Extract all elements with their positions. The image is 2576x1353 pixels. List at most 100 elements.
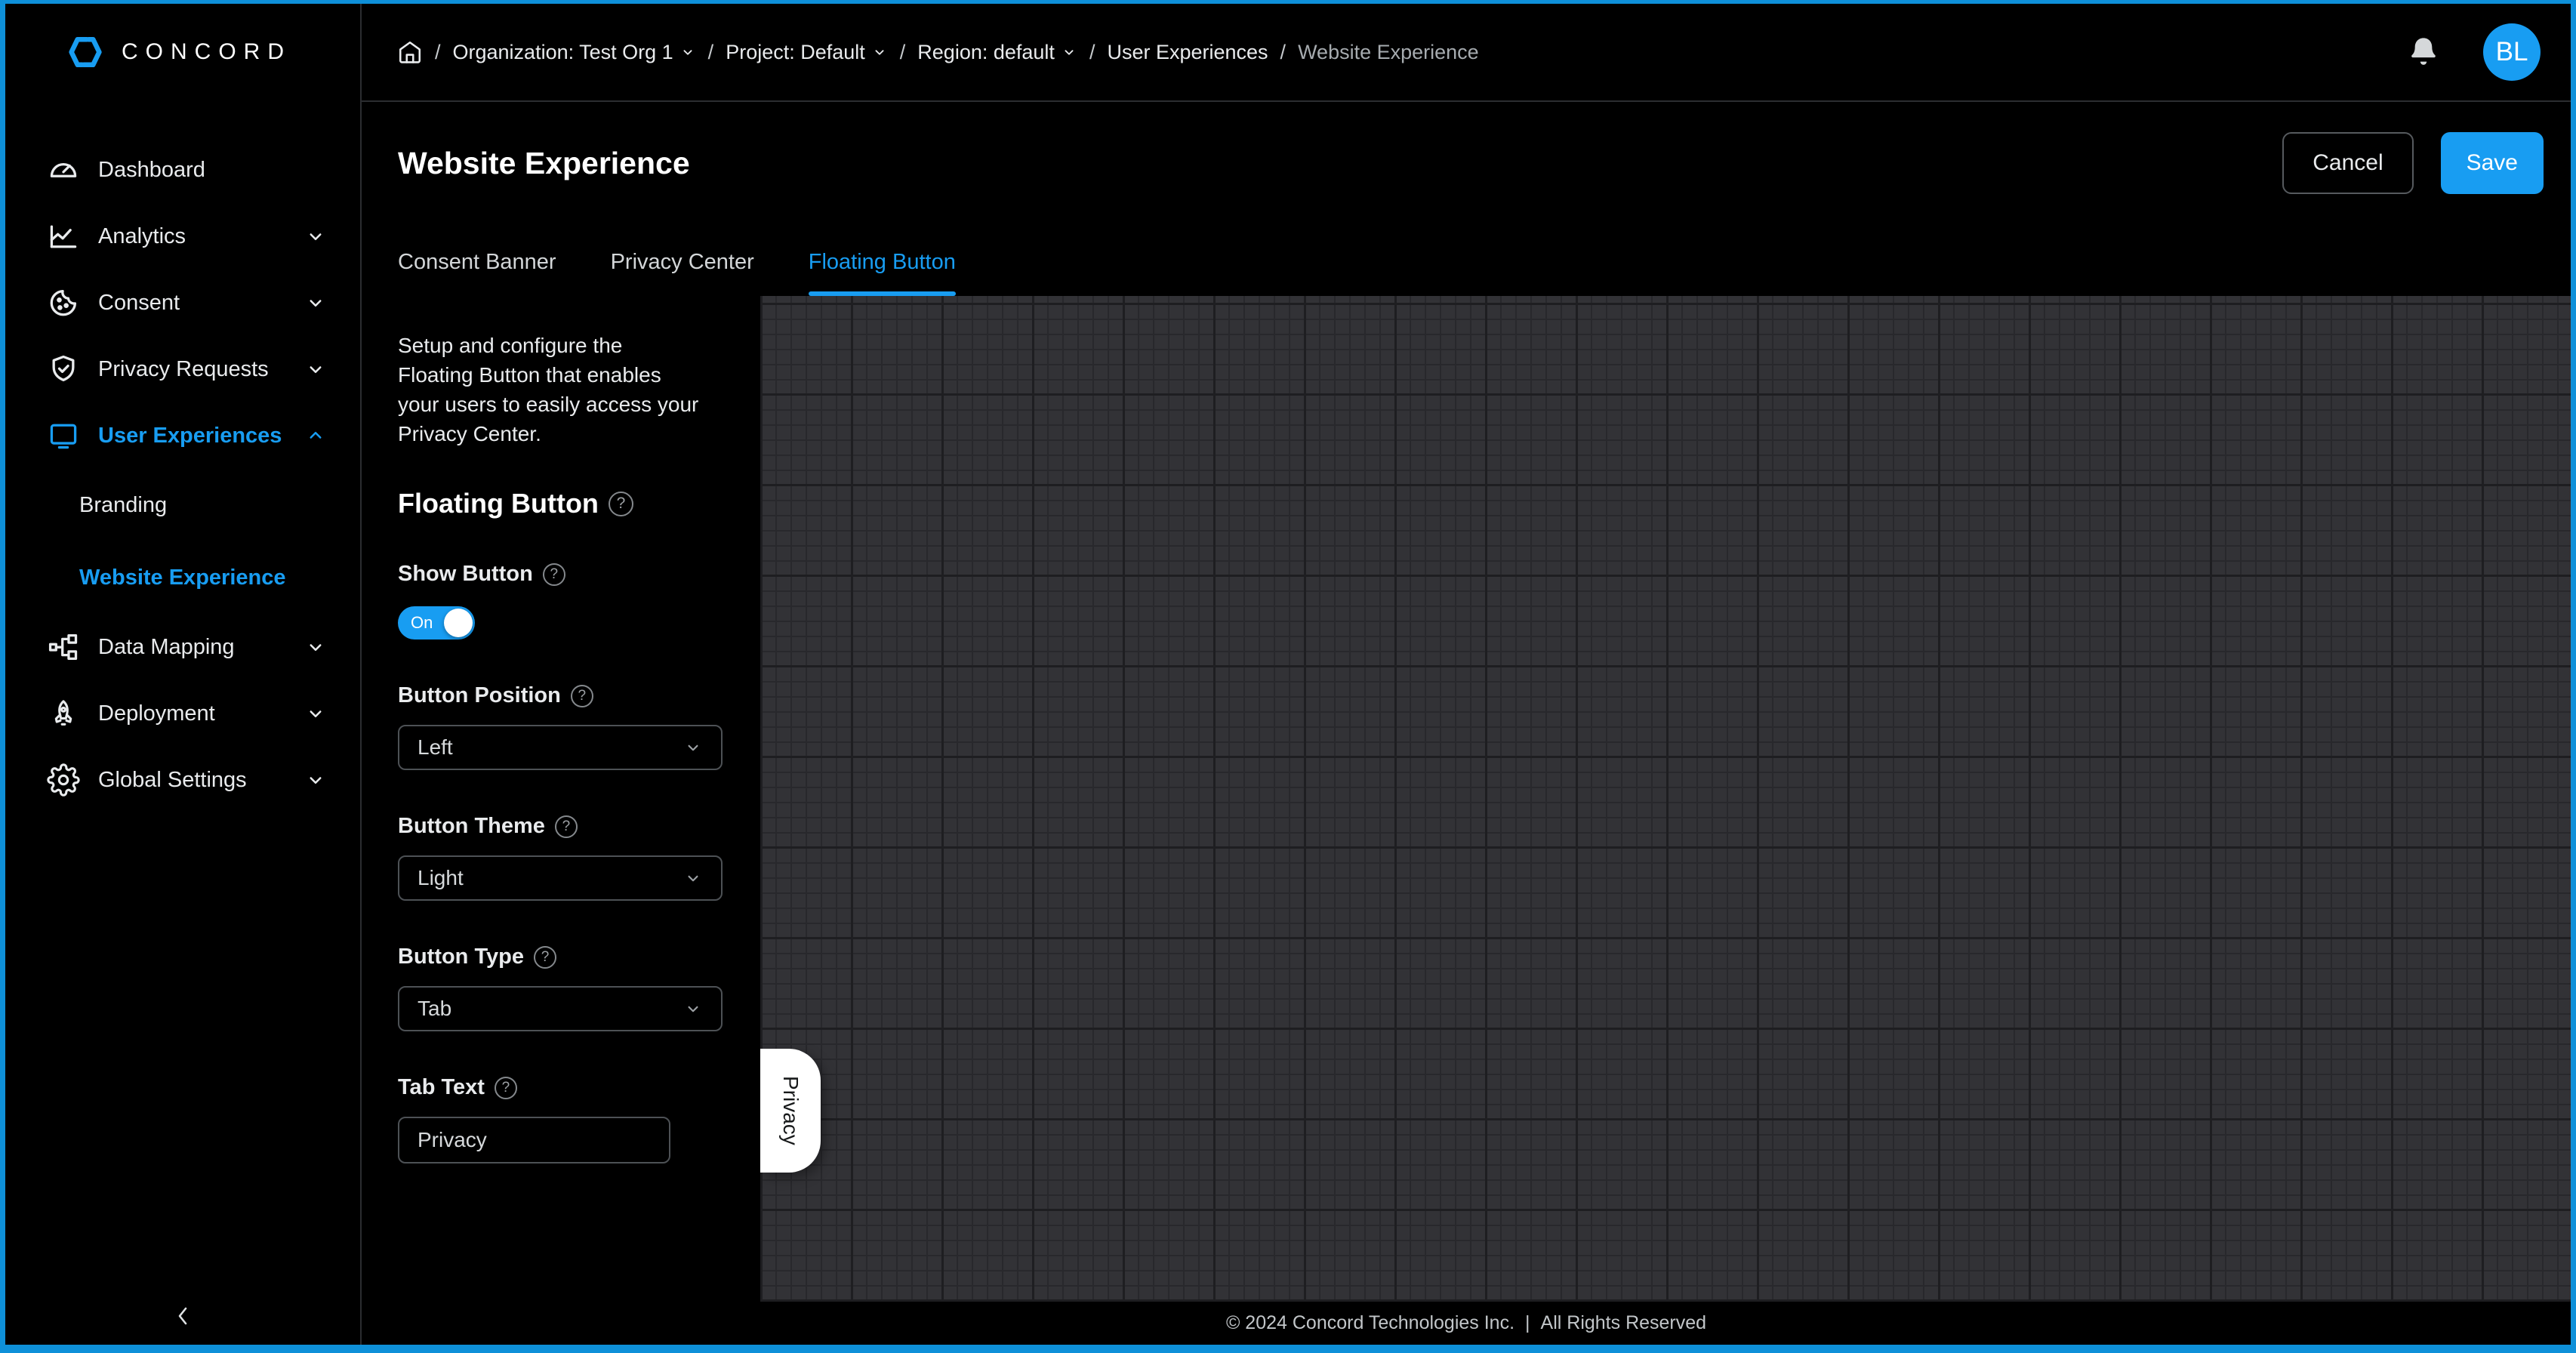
breadcrumb-user-experiences[interactable]: User Experiences bbox=[1107, 41, 1268, 64]
app-frame: CONCORD Dashboard Analytics bbox=[0, 0, 2576, 1353]
gauge-icon bbox=[47, 153, 80, 186]
help-icon[interactable]: ? bbox=[495, 1077, 517, 1099]
breadcrumb-current-page: Website Experience bbox=[1298, 41, 1479, 64]
tab-text-label: Tab Text ? bbox=[398, 1075, 723, 1100]
breadcrumb-separator: / bbox=[435, 41, 441, 64]
section-title: Floating Button ? bbox=[398, 488, 723, 519]
help-icon[interactable]: ? bbox=[609, 492, 633, 516]
chevron-down-icon bbox=[1061, 44, 1077, 60]
sidebar-item-label: Website Experience bbox=[79, 566, 285, 590]
button-position-select[interactable]: Left bbox=[398, 725, 723, 770]
floating-privacy-tab[interactable]: Privacy bbox=[760, 1049, 821, 1173]
footer-divider: | bbox=[1525, 1312, 1530, 1334]
help-icon[interactable]: ? bbox=[534, 946, 556, 969]
sidebar-item-label: Deployment bbox=[98, 701, 215, 726]
chevron-down-icon bbox=[304, 225, 327, 248]
breadcrumb-separator: / bbox=[708, 41, 714, 64]
sidebar-item-global-settings[interactable]: Global Settings bbox=[5, 747, 360, 813]
toggle-knob bbox=[444, 609, 473, 637]
sidebar-item-label: Branding bbox=[79, 493, 167, 518]
sidebar-item-user-experiences[interactable]: User Experiences bbox=[5, 402, 360, 469]
chevron-down-icon bbox=[683, 999, 703, 1019]
button-theme-value: Light bbox=[418, 866, 683, 890]
chevron-down-icon bbox=[683, 738, 703, 757]
breadcrumb-region[interactable]: Region: default bbox=[917, 41, 1077, 64]
button-position-value: Left bbox=[418, 735, 683, 760]
hierarchy-icon bbox=[47, 630, 80, 664]
header-actions: Cancel Save bbox=[2282, 132, 2544, 194]
button-type-value: Tab bbox=[418, 997, 683, 1021]
sidebar-item-label: Global Settings bbox=[98, 768, 247, 793]
settings-panel: Setup and configure the Floating Button … bbox=[362, 296, 760, 1302]
help-icon[interactable]: ? bbox=[555, 815, 578, 838]
page-title: Website Experience bbox=[398, 146, 690, 181]
chevron-down-icon bbox=[304, 769, 327, 791]
chevron-down-icon bbox=[304, 291, 327, 314]
gear-icon bbox=[47, 763, 80, 797]
sidebar-item-deployment[interactable]: Deployment bbox=[5, 680, 360, 747]
avatar[interactable]: BL bbox=[2483, 23, 2541, 81]
help-icon[interactable]: ? bbox=[571, 685, 593, 707]
button-position-label: Button Position ? bbox=[398, 683, 723, 708]
chevron-down-icon bbox=[304, 636, 327, 658]
footer-rights: All Rights Reserved bbox=[1541, 1312, 1707, 1334]
sidebar-item-label: Consent bbox=[98, 291, 180, 316]
sidebar-item-dashboard[interactable]: Dashboard bbox=[5, 137, 360, 203]
sidebar-item-label: Dashboard bbox=[98, 158, 205, 183]
sidebar-nav: Dashboard Analytics Consent bbox=[5, 137, 360, 813]
button-type-label: Button Type ? bbox=[398, 945, 723, 969]
shield-check-icon bbox=[47, 353, 80, 386]
breadcrumb-project[interactable]: Project: Default bbox=[726, 41, 888, 64]
monitor-icon bbox=[47, 419, 80, 452]
chevron-up-icon bbox=[304, 424, 327, 447]
sidebar-item-website-experience[interactable]: Website Experience bbox=[5, 544, 360, 611]
rocket-icon bbox=[47, 697, 80, 730]
line-chart-icon bbox=[47, 220, 80, 253]
help-icon[interactable]: ? bbox=[543, 563, 565, 586]
breadcrumb-separator: / bbox=[1280, 41, 1286, 64]
sidebar: CONCORD Dashboard Analytics bbox=[5, 4, 362, 1345]
tab-consent-banner[interactable]: Consent Banner bbox=[398, 250, 556, 296]
section-description: Setup and configure the Floating Button … bbox=[398, 331, 723, 448]
sidebar-item-analytics[interactable]: Analytics bbox=[5, 203, 360, 270]
main-column: / Organization: Test Org 1 / Project: De… bbox=[362, 4, 2571, 1345]
home-icon[interactable] bbox=[397, 39, 423, 65]
cookie-icon bbox=[47, 286, 80, 319]
tab-floating-button[interactable]: Floating Button bbox=[809, 250, 956, 296]
show-button-label: Show Button ? bbox=[398, 562, 723, 587]
topbar: / Organization: Test Org 1 / Project: De… bbox=[362, 4, 2571, 102]
button-theme-select[interactable]: Light bbox=[398, 855, 723, 901]
chevron-down-icon bbox=[683, 868, 703, 888]
sidebar-item-label: Privacy Requests bbox=[98, 357, 269, 382]
footer: © 2024 Concord Technologies Inc. | All R… bbox=[362, 1302, 2571, 1345]
tab-privacy-center[interactable]: Privacy Center bbox=[611, 250, 754, 296]
page-header: Website Experience Cancel Save Consent B… bbox=[362, 102, 2571, 296]
chevron-down-icon bbox=[304, 358, 327, 381]
avatar-initials: BL bbox=[2496, 37, 2528, 67]
brand-logo[interactable]: CONCORD bbox=[5, 4, 360, 100]
sidebar-item-branding[interactable]: Branding bbox=[5, 472, 360, 538]
breadcrumb-organization[interactable]: Organization: Test Org 1 bbox=[453, 41, 696, 64]
breadcrumb-separator: / bbox=[1089, 41, 1095, 64]
tab-text-input[interactable] bbox=[398, 1117, 670, 1163]
work-area: Setup and configure the Floating Button … bbox=[362, 296, 2571, 1302]
breadcrumb-separator: / bbox=[900, 41, 906, 64]
brand-name: CONCORD bbox=[122, 39, 291, 65]
tab-bar: Consent Banner Privacy Center Floating B… bbox=[398, 250, 956, 296]
sidebar-item-privacy-requests[interactable]: Privacy Requests bbox=[5, 336, 360, 402]
save-button[interactable]: Save bbox=[2441, 132, 2544, 194]
show-button-toggle[interactable]: On bbox=[398, 606, 475, 640]
chevron-down-icon bbox=[871, 44, 888, 60]
floating-tab-text: Privacy bbox=[778, 1076, 803, 1145]
button-type-select[interactable]: Tab bbox=[398, 986, 723, 1031]
sidebar-collapse-icon[interactable] bbox=[170, 1302, 196, 1330]
breadcrumb: / Organization: Test Org 1 / Project: De… bbox=[397, 39, 2406, 65]
button-theme-label: Button Theme ? bbox=[398, 814, 723, 839]
chevron-down-icon bbox=[304, 702, 327, 725]
sidebar-item-data-mapping[interactable]: Data Mapping bbox=[5, 614, 360, 680]
concord-logo-icon bbox=[66, 35, 105, 69]
notifications-bell-icon[interactable] bbox=[2406, 35, 2441, 69]
toggle-state-label: On bbox=[411, 613, 433, 633]
sidebar-item-consent[interactable]: Consent bbox=[5, 270, 360, 336]
cancel-button[interactable]: Cancel bbox=[2282, 132, 2413, 194]
